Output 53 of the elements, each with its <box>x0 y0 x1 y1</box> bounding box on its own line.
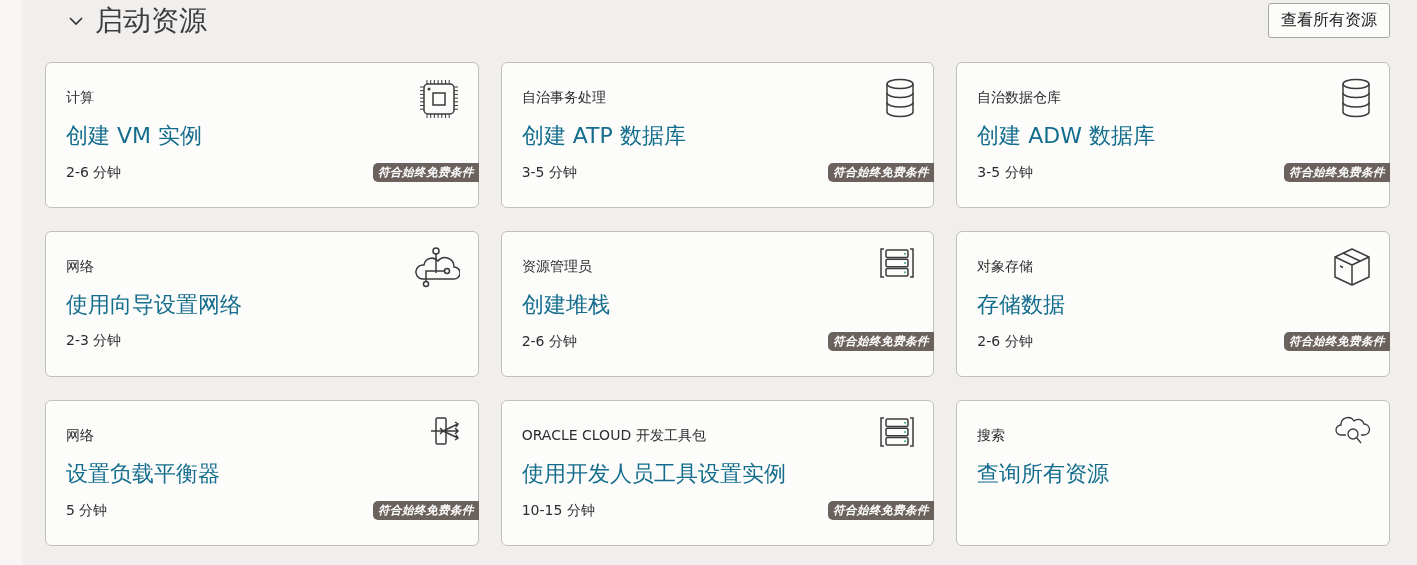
card-category: 对象存储 <box>977 258 1034 276</box>
free-tier-badge: 符合始终免费条件 <box>828 501 935 520</box>
resource-card[interactable]: 网络 使用向导设置网络 2-3 分钟 <box>45 231 479 377</box>
card-duration: 2-6 分钟 <box>977 332 1033 351</box>
resource-card[interactable]: 搜索 查询所有资源 <box>956 400 1390 546</box>
view-all-button[interactable]: 查看所有资源 <box>1268 2 1390 38</box>
resource-card[interactable]: 网络 设置负载平衡器 5 分钟 符合始终免费条件 <box>45 400 479 546</box>
card-category: 自治事务处理 <box>521 89 606 107</box>
resource-card[interactable]: 对象存储 存储数据 2-6 分钟 符合始终免费条件 <box>956 231 1390 377</box>
free-tier-badge: 符合始终免费条件 <box>828 332 935 351</box>
free-tier-badge: 符合始终免费条件 <box>1284 163 1390 182</box>
section-title: 启动资源 <box>95 3 207 39</box>
stack-icon <box>879 416 916 448</box>
card-duration: 10-15 分钟 <box>521 501 595 520</box>
free-tier-badge: 符合始终免费条件 <box>372 501 479 520</box>
card-title[interactable]: 创建 ADW 数据库 <box>977 121 1389 151</box>
free-tier-badge: 符合始终免费条件 <box>1284 332 1390 351</box>
card-duration: 3-5 分钟 <box>521 163 577 182</box>
stack-icon <box>879 247 916 279</box>
resource-card[interactable]: ORACLE CLOUD 开发工具包 使用开发人员工具设置实例 10-15 分钟 符合始终免费条件 <box>500 400 935 546</box>
card-category: 自治数据仓库 <box>977 89 1062 107</box>
card-category: 网络 <box>66 427 94 445</box>
card-duration: 3-5 分钟 <box>977 163 1033 182</box>
card-category: 计算 <box>66 89 94 107</box>
card-title[interactable]: 创建 VM 实例 <box>66 121 478 151</box>
card-category: 资源管理员 <box>521 258 592 276</box>
database-icon <box>1341 78 1371 118</box>
free-tier-badge: 符合始终免费条件 <box>372 163 479 182</box>
card-duration: 2-6 分钟 <box>66 163 122 182</box>
card-duration: 2-6 分钟 <box>521 332 577 351</box>
card-category: ORACLE CLOUD 开发工具包 <box>521 427 706 445</box>
chip-icon <box>417 78 460 120</box>
card-duration: 2-3 分钟 <box>66 332 122 350</box>
cloud-search-icon <box>1335 416 1371 446</box>
card-title[interactable]: 创建堆栈 <box>521 290 934 320</box>
free-tier-badge: 符合始终免费条件 <box>828 163 935 182</box>
chevron-icon[interactable] <box>69 16 83 26</box>
card-category: 网络 <box>66 258 94 276</box>
card-title[interactable]: 创建 ATP 数据库 <box>521 121 934 151</box>
box-icon <box>1333 247 1371 287</box>
card-title[interactable]: 设置负载平衡器 <box>66 459 478 489</box>
resource-card[interactable]: 自治数据仓库 创建 ADW 数据库 3-5 分钟 符合始终免费条件 <box>956 62 1390 208</box>
card-title[interactable]: 使用开发人员工具设置实例 <box>521 459 934 489</box>
resource-card[interactable]: 自治事务处理 创建 ATP 数据库 3-5 分钟 符合始终免费条件 <box>500 62 935 208</box>
card-title[interactable]: 使用向导设置网络 <box>66 290 478 320</box>
resource-card[interactable]: 计算 创建 VM 实例 2-6 分钟 符合始终免费条件 <box>45 62 479 208</box>
load-balancer-icon <box>429 416 460 446</box>
database-icon <box>885 78 916 118</box>
card-title[interactable]: 存储数据 <box>977 290 1389 320</box>
card-title[interactable]: 查询所有资源 <box>977 459 1389 489</box>
card-duration: 5 分钟 <box>66 501 108 520</box>
resource-card[interactable]: 资源管理员 创建堆栈 2-6 分钟 符合始终免费条件 <box>500 231 935 377</box>
card-category: 搜索 <box>977 427 1006 445</box>
